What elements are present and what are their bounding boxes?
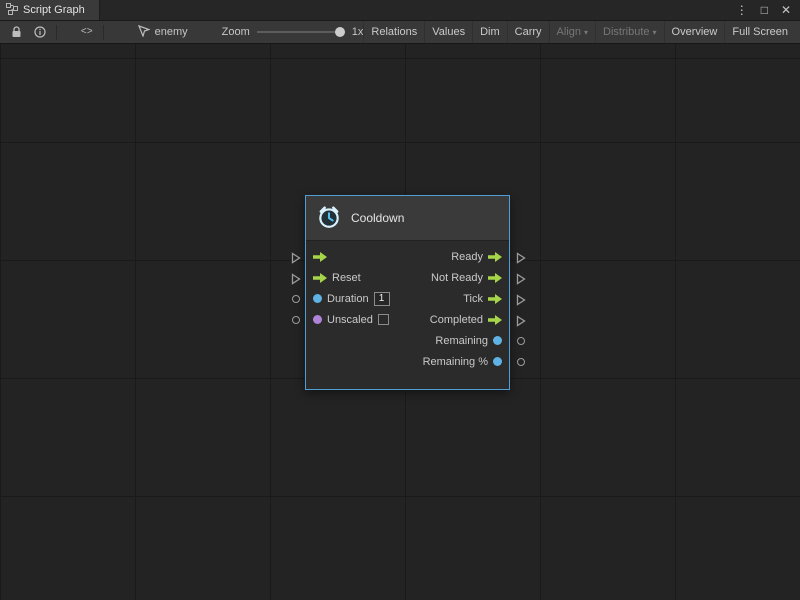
value-connector-marker[interactable]: [517, 337, 525, 345]
cursor-icon: [138, 25, 150, 40]
port-label: Duration: [327, 293, 369, 305]
port-label: Reset: [332, 272, 361, 284]
overview-label: Overview: [672, 26, 718, 38]
values-button[interactable]: Values: [424, 21, 472, 43]
alarm-clock-icon: [316, 204, 342, 233]
graph-breadcrumb[interactable]: enemy: [130, 21, 196, 43]
value-connector-marker[interactable]: [292, 316, 300, 324]
align-button: Align▾: [549, 21, 595, 43]
value-connector-marker[interactable]: [292, 295, 300, 303]
duration-field[interactable]: [374, 292, 390, 306]
unscaled-checkbox[interactable]: [378, 314, 389, 325]
flow-connector-marker[interactable]: [516, 314, 526, 332]
node-row: Remaining: [306, 330, 509, 351]
node-row: Remaining %: [306, 351, 509, 372]
tab-script-graph[interactable]: Script Graph: [0, 0, 100, 20]
node-row: Ready: [306, 246, 509, 267]
cooldown-node[interactable]: Cooldown Ready Reset Not Re: [305, 195, 510, 390]
completed-output-port[interactable]: Completed: [430, 314, 502, 326]
port-label: Not Ready: [431, 272, 483, 284]
values-label: Values: [432, 26, 465, 38]
zoom-slider-track: [257, 31, 345, 33]
toolbar-separator: [103, 25, 104, 40]
port-label: Unscaled: [327, 314, 373, 326]
cooldown-node-body: Ready Reset Not Ready Durati: [306, 241, 509, 389]
relations-label: Relations: [371, 26, 417, 38]
toolbar-separator: [56, 25, 57, 40]
zoom-control: Zoom 1x: [222, 25, 364, 39]
dropdown-arrow-icon: ▾: [584, 29, 588, 37]
lock-icon[interactable]: [5, 21, 28, 43]
ready-output-port[interactable]: Ready: [451, 251, 502, 263]
flow-connector-marker[interactable]: [516, 251, 526, 269]
unscaled-input-port[interactable]: Unscaled: [313, 314, 389, 326]
value-connector-marker[interactable]: [517, 358, 525, 366]
node-row: Unscaled Completed: [306, 309, 509, 330]
align-label: Align: [557, 26, 581, 38]
tick-output-port[interactable]: Tick: [463, 293, 502, 305]
flow-port-icon: [313, 252, 327, 262]
titlebar-spacer: [100, 0, 736, 20]
port-label: Tick: [463, 293, 483, 305]
flow-port-icon: [313, 273, 327, 283]
carry-button[interactable]: Carry: [507, 21, 549, 43]
port-label: Remaining %: [423, 356, 488, 368]
zoom-label: Zoom: [222, 26, 250, 38]
full-screen-label: Full Screen: [732, 26, 788, 38]
node-row: Reset Not Ready: [306, 267, 509, 288]
node-row: Duration Tick: [306, 288, 509, 309]
duration-input-port[interactable]: Duration: [313, 292, 390, 306]
dim-label: Dim: [480, 26, 500, 38]
remaining-percent-output-port[interactable]: Remaining %: [423, 356, 502, 368]
tab-title: Script Graph: [23, 4, 85, 16]
info-icon[interactable]: [28, 21, 52, 43]
toolbar-buttons: Relations Values Dim Carry Align▾ Distri…: [363, 21, 795, 43]
flow-port-icon: [488, 273, 502, 283]
cooldown-node-header[interactable]: Cooldown: [306, 196, 509, 241]
distribute-label: Distribute: [603, 26, 649, 38]
node-title: Cooldown: [351, 211, 404, 225]
window-titlebar: Script Graph ⋮ □ ✕: [0, 0, 800, 21]
dim-button[interactable]: Dim: [472, 21, 507, 43]
flow-port-icon: [488, 252, 502, 262]
dropdown-arrow-icon: ▾: [653, 29, 657, 37]
overview-button[interactable]: Overview: [664, 21, 725, 43]
value-port-icon: [493, 336, 502, 345]
flow-connector-marker[interactable]: [516, 272, 526, 290]
relations-button[interactable]: Relations: [363, 21, 424, 43]
reset-input-port[interactable]: Reset: [313, 272, 361, 284]
not-ready-output-port[interactable]: Not Ready: [431, 272, 502, 284]
remaining-output-port[interactable]: Remaining: [435, 335, 502, 347]
distribute-button: Distribute ▾: [595, 21, 663, 43]
zoom-slider[interactable]: [257, 25, 345, 39]
zoom-value: 1x: [352, 26, 364, 38]
value-port-icon: [493, 357, 502, 366]
port-label: Completed: [430, 314, 483, 326]
full-screen-button[interactable]: Full Screen: [724, 21, 795, 43]
graph-toolbar: <> enemy Zoom 1x Relations Values Dim Ca…: [0, 21, 800, 44]
value-port-icon: [313, 294, 322, 303]
flow-connector-marker[interactable]: [291, 272, 301, 290]
invoke-input-port[interactable]: [313, 252, 327, 262]
carry-label: Carry: [515, 26, 542, 38]
graph-canvas[interactable]: Cooldown Ready Reset Not Re: [0, 44, 800, 600]
port-label: Ready: [451, 251, 483, 263]
graph-name: enemy: [155, 26, 188, 38]
code-icon[interactable]: <>: [75, 21, 99, 43]
zoom-slider-handle[interactable]: [335, 27, 345, 37]
close-icon[interactable]: ✕: [781, 4, 791, 16]
flow-port-icon: [488, 294, 502, 304]
value-port-icon: [313, 315, 322, 324]
flow-port-icon: [488, 315, 502, 325]
kebab-menu-icon[interactable]: ⋮: [736, 4, 748, 16]
port-label: Remaining: [435, 335, 488, 347]
script-graph-icon: [6, 3, 18, 18]
maximize-icon[interactable]: □: [761, 4, 768, 16]
flow-connector-marker[interactable]: [516, 293, 526, 311]
flow-connector-marker[interactable]: [291, 251, 301, 269]
